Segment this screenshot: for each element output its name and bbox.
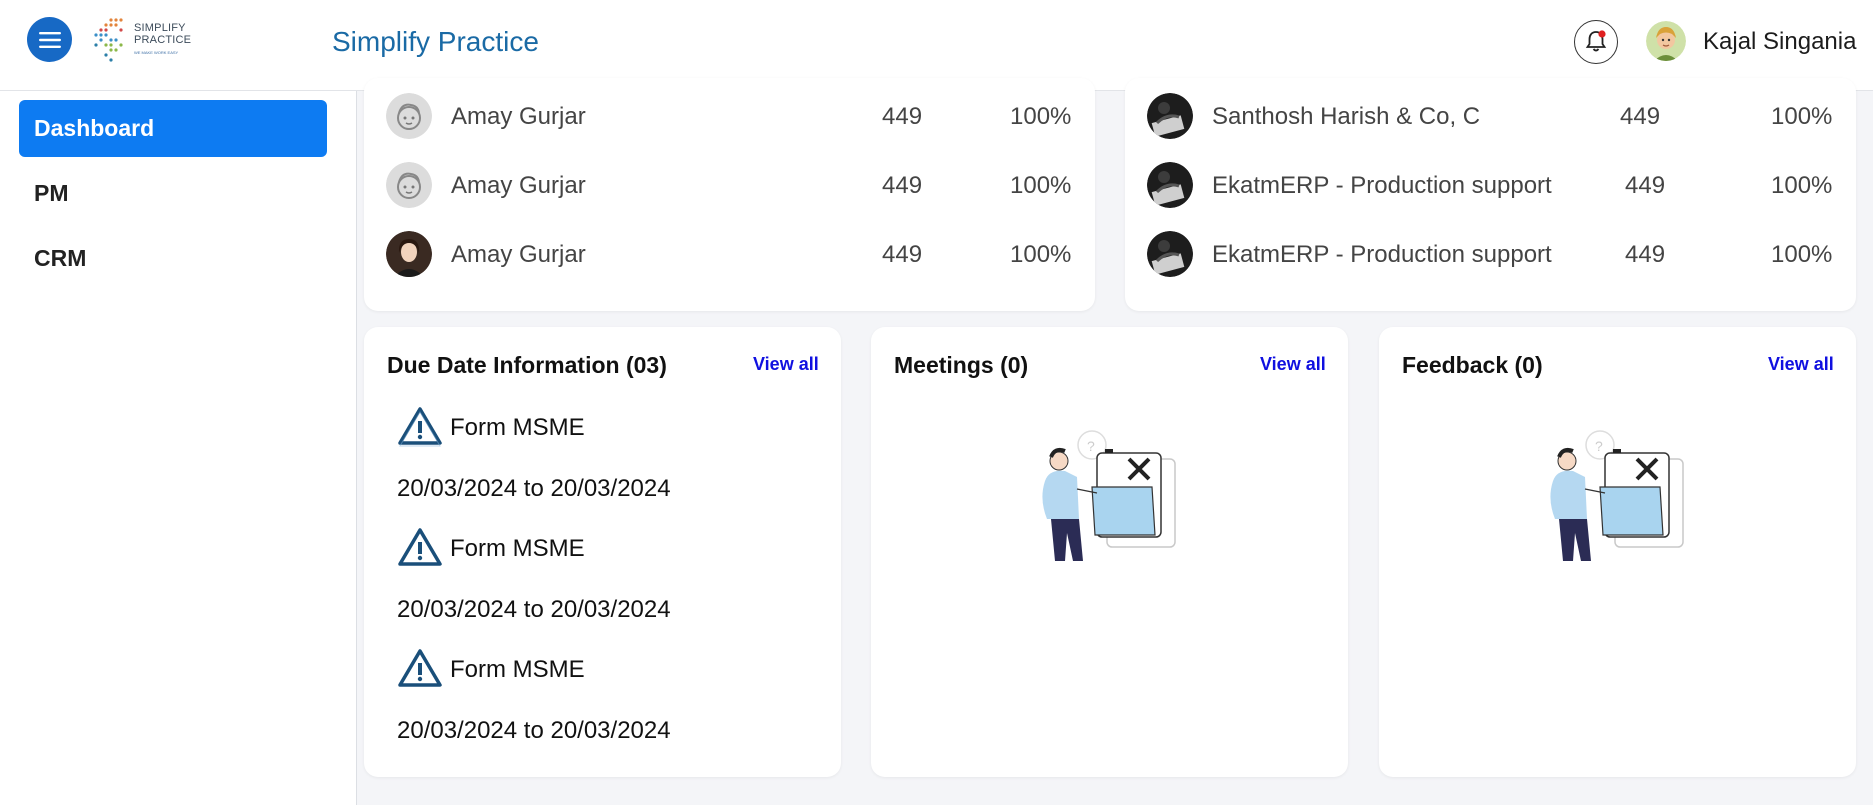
notifications-button[interactable] <box>1574 20 1618 64</box>
bell-icon <box>1585 30 1607 52</box>
app-title: Simplify Practice <box>332 26 539 57</box>
client-progress-card: Santhosh Harish & Co, C 449 100% EkatmER… <box>1125 78 1856 311</box>
due-item-range: 20/03/2024 to 20/03/2024 <box>397 596 671 623</box>
hamburger-icon <box>38 31 61 48</box>
logo-line-1: SIMPLIFY <box>134 22 186 34</box>
row-name: Amay Gurjar <box>451 103 586 130</box>
list-item[interactable]: Santhosh Harish & Co, C 449 100% <box>1125 93 1856 139</box>
row-percent: 100% <box>1010 172 1072 199</box>
row-count: 449 <box>1625 172 1666 199</box>
meetings-card: Meetings (0) View all ? <box>871 327 1348 777</box>
row-count: 449 <box>882 103 923 130</box>
row-percent: 100% <box>1010 241 1072 268</box>
row-count: 449 <box>1620 103 1661 130</box>
warning-icon <box>398 407 442 447</box>
meetings-view-all-link[interactable]: View all <box>1260 354 1326 375</box>
user-avatar-icon <box>1646 21 1686 61</box>
warning-icon <box>398 528 442 566</box>
due-date-title: Due Date Information (03) <box>387 352 667 378</box>
feedback-card: Feedback (0) View all ? <box>1379 327 1856 777</box>
due-item-name: Form MSME <box>450 656 585 683</box>
svg-text:?: ? <box>1087 438 1095 454</box>
row-percent: 100% <box>1771 241 1833 268</box>
due-item-name: Form MSME <box>450 414 585 441</box>
user-name[interactable]: Kajal Singania <box>1703 28 1856 56</box>
list-item[interactable]: EkatmERP - Production support 449 100% <box>1125 231 1856 277</box>
row-name: Amay Gurjar <box>451 172 586 199</box>
due-item-range: 20/03/2024 to 20/03/2024 <box>397 717 671 744</box>
due-date-view-all-link[interactable]: View all <box>753 354 819 375</box>
row-name: EkatmERP - Production support <box>1212 241 1552 268</box>
row-name: EkatmERP - Production support <box>1212 172 1552 199</box>
menu-button[interactable] <box>27 17 72 62</box>
team-progress-card: Amay Gurjar 449 100% Amay Gurjar 449 100… <box>364 78 1095 311</box>
logo-wordmark: SIMPLIFY PRACTICE <box>134 22 191 46</box>
row-name: Amay Gurjar <box>451 241 586 268</box>
warning-icon <box>398 649 442 687</box>
row-name: Santhosh Harish & Co, C <box>1212 103 1481 130</box>
row-percent: 100% <box>1771 103 1833 130</box>
app-logo[interactable]: SIMPLIFY PRACTICE WE MAKE WORK EASY <box>93 16 193 64</box>
list-item[interactable]: EkatmERP - Production support 449 100% <box>1125 162 1856 208</box>
logo-tagline: WE MAKE WORK EASY <box>134 50 179 55</box>
client-avatar <box>1147 231 1193 277</box>
user-avatar[interactable] <box>1646 21 1686 61</box>
feedback-title: Feedback (0) <box>1402 352 1543 378</box>
row-percent: 100% <box>1010 103 1072 130</box>
svg-text:?: ? <box>1595 438 1603 454</box>
empty-state-illustration: ? <box>1042 430 1176 561</box>
due-item-range: 20/03/2024 to 20/03/2024 <box>397 475 671 502</box>
logo-line-2: PRACTICE <box>134 34 192 46</box>
user-photo <box>386 231 432 277</box>
list-item[interactable]: Amay Gurjar 449 100% <box>364 162 1095 208</box>
empty-state-illustration: ? <box>1550 430 1684 561</box>
sidebar: Dashboard PM CRM <box>0 91 357 805</box>
feedback-view-all-link[interactable]: View all <box>1768 354 1834 375</box>
list-item[interactable]: Amay Gurjar 449 100% <box>364 231 1095 277</box>
due-date-card: Due Date Information (03) View all Form … <box>364 327 841 777</box>
client-avatar <box>1147 162 1193 208</box>
logo-dots-icon <box>94 18 123 62</box>
client-avatar <box>1147 93 1193 139</box>
meetings-title: Meetings (0) <box>894 352 1029 378</box>
placeholder-face-icon <box>386 93 432 139</box>
placeholder-face-icon <box>386 162 432 208</box>
row-count: 449 <box>1625 241 1666 268</box>
sidebar-item-pm[interactable]: PM <box>19 165 327 222</box>
sidebar-item-crm[interactable]: CRM <box>19 230 327 287</box>
sidebar-item-dashboard[interactable]: Dashboard <box>19 100 327 157</box>
row-count: 449 <box>882 172 923 199</box>
row-percent: 100% <box>1771 172 1833 199</box>
list-item[interactable]: Amay Gurjar 449 100% <box>364 93 1095 139</box>
due-item-name: Form MSME <box>450 535 585 562</box>
row-count: 449 <box>882 241 923 268</box>
